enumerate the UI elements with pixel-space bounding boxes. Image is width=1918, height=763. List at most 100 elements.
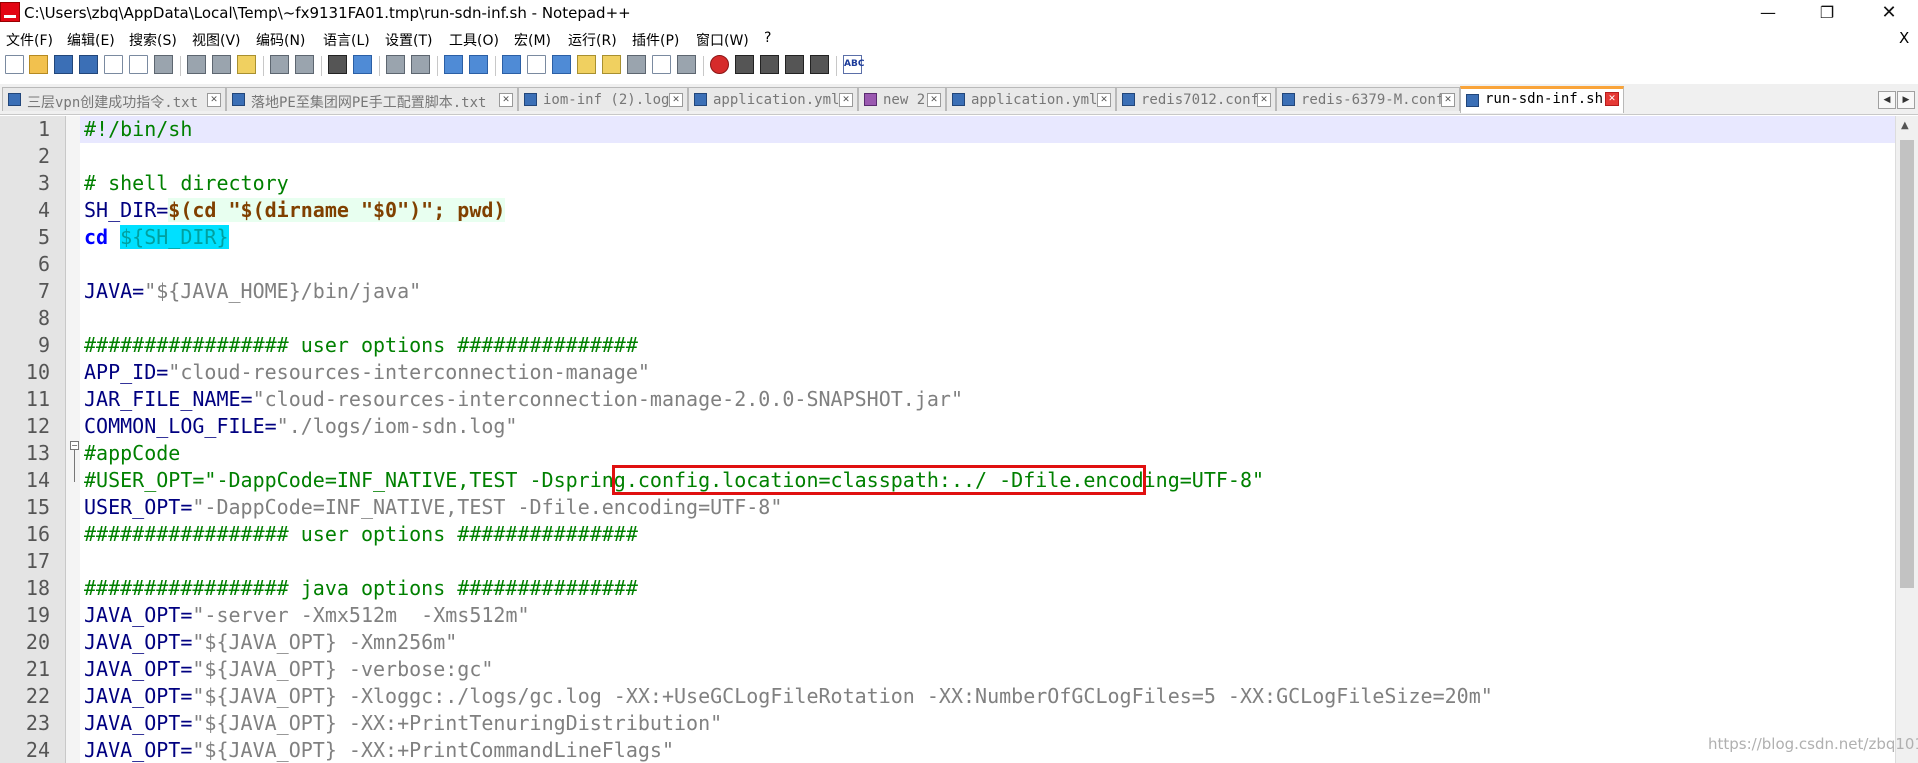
sync-horizontal-icon[interactable] bbox=[469, 55, 488, 74]
fold-toggle-icon[interactable]: − bbox=[70, 441, 79, 450]
zoom-out-icon[interactable] bbox=[411, 55, 430, 74]
tab-document[interactable]: redis-6379-M.conf ✕ bbox=[1276, 87, 1460, 111]
replace-icon[interactable] bbox=[353, 55, 372, 74]
redo-icon[interactable] bbox=[295, 55, 314, 74]
tab-active-document[interactable]: run-sdn-inf.sh ✕ bbox=[1460, 86, 1624, 113]
scrollbar-thumb[interactable] bbox=[1900, 140, 1914, 588]
toolbar: ABC bbox=[0, 51, 1918, 81]
tab-close-icon[interactable]: ✕ bbox=[1605, 92, 1619, 106]
code-token: "./logs/iom-sdn.log" bbox=[276, 414, 518, 438]
menu-settings[interactable]: 设置(T) bbox=[385, 30, 432, 50]
folder-workspace-icon[interactable] bbox=[652, 55, 671, 74]
tab-close-icon[interactable]: ✕ bbox=[499, 93, 513, 107]
code-token: COMMON_LOG_FILE= bbox=[84, 414, 277, 438]
record-macro-icon[interactable] bbox=[710, 55, 729, 74]
code-line: cd ${SH_DIR} bbox=[84, 224, 229, 251]
find-icon[interactable] bbox=[328, 55, 347, 74]
tab-close-icon[interactable]: ✕ bbox=[839, 93, 853, 107]
code-line: ################# user options #########… bbox=[84, 333, 638, 357]
menu-language[interactable]: 语言(L) bbox=[323, 30, 370, 50]
save-icon[interactable] bbox=[54, 55, 73, 74]
zoom-in-icon[interactable] bbox=[386, 55, 405, 74]
tab-document[interactable]: application.yml ✕ bbox=[946, 87, 1116, 111]
watermark: https://blog.csdn.net/zbq1017 bbox=[1708, 735, 1918, 753]
word-wrap-icon[interactable] bbox=[502, 55, 521, 74]
tab-scroll-left-icon[interactable]: ◀ bbox=[1878, 91, 1896, 109]
undo-icon[interactable] bbox=[270, 55, 289, 74]
menu-help[interactable]: ? bbox=[764, 30, 771, 46]
tab-close-icon[interactable]: ✕ bbox=[669, 93, 683, 107]
tab-document[interactable]: application.yml ✕ bbox=[688, 87, 858, 111]
line-number: 11 bbox=[25, 387, 50, 411]
menu-window[interactable]: 窗口(W) bbox=[696, 30, 749, 50]
save-macro-icon[interactable] bbox=[810, 55, 829, 74]
toolbar-separator bbox=[180, 56, 181, 76]
code-line: JAVA_OPT="${JAVA_OPT} -Xloggc:./logs/gc.… bbox=[84, 683, 1493, 710]
play-macro-icon[interactable] bbox=[760, 55, 779, 74]
show-all-chars-icon[interactable] bbox=[527, 55, 546, 74]
tab-close-icon[interactable]: ✕ bbox=[1257, 93, 1271, 107]
menu-file[interactable]: 文件(F) bbox=[6, 30, 53, 50]
paste-icon[interactable] bbox=[237, 55, 256, 74]
spell-check-icon[interactable]: ABC bbox=[843, 55, 864, 74]
tab-document[interactable]: redis7012.conf ✕ bbox=[1116, 87, 1276, 111]
save-status-icon bbox=[1122, 93, 1135, 106]
code-line: JAVA_OPT="${JAVA_OPT} -XX:+PrintTenuring… bbox=[84, 710, 722, 737]
toolbar-separator bbox=[437, 56, 438, 76]
tab-scroll-right-icon[interactable]: ▶ bbox=[1897, 91, 1915, 109]
cut-icon[interactable] bbox=[187, 55, 206, 74]
line-number: 15 bbox=[25, 495, 50, 519]
print-icon[interactable] bbox=[154, 55, 173, 74]
editor-area[interactable]: 1 2 3 4 5 6 7 8 9 10 11 12 13 14 15 16 1… bbox=[0, 116, 1895, 763]
close-file-icon[interactable] bbox=[104, 55, 123, 74]
tab-close-icon[interactable]: ✕ bbox=[207, 93, 221, 107]
new-file-icon[interactable] bbox=[5, 55, 24, 74]
tab-close-icon[interactable]: ✕ bbox=[927, 93, 941, 107]
code-line: ################# user options #########… bbox=[84, 522, 638, 546]
code-token: JAVA_OPT= bbox=[84, 603, 193, 627]
menu-encoding[interactable]: 编码(N) bbox=[256, 30, 305, 50]
code-token: "${JAVA_OPT} -XX:+PrintTenuringDistribut… bbox=[192, 711, 723, 735]
indent-guide-icon[interactable] bbox=[552, 55, 571, 74]
function-list-icon[interactable] bbox=[627, 55, 646, 74]
menu-view[interactable]: 视图(V) bbox=[192, 30, 241, 50]
menu-search[interactable]: 搜索(S) bbox=[129, 30, 177, 50]
tab-document[interactable]: 三层vpn创建成功指令.txt ✕ bbox=[2, 87, 226, 111]
tab-document[interactable]: 落地PE至集团网PE手工配置脚本.txt ✕ bbox=[226, 87, 518, 111]
fold-guide bbox=[74, 450, 75, 482]
open-file-icon[interactable] bbox=[29, 55, 48, 74]
restore-button[interactable]: ❐ bbox=[1804, 0, 1850, 26]
menu-run[interactable]: 运行(R) bbox=[568, 30, 617, 50]
copy-icon[interactable] bbox=[212, 55, 231, 74]
tab-close-icon[interactable]: ✕ bbox=[1441, 93, 1455, 107]
tab-close-icon[interactable]: ✕ bbox=[1097, 93, 1111, 107]
code-line: COMMON_LOG_FILE="./logs/iom-sdn.log" bbox=[84, 413, 517, 440]
scroll-up-icon[interactable]: ▲ bbox=[1901, 120, 1909, 131]
menu-macro[interactable]: 宏(M) bbox=[514, 30, 551, 50]
user-language-icon[interactable] bbox=[577, 55, 596, 74]
code-token: JAVA_OPT= bbox=[84, 738, 193, 762]
stop-macro-icon[interactable] bbox=[735, 55, 754, 74]
code-token: JAR_FILE_NAME= bbox=[84, 387, 253, 411]
fold-margin bbox=[66, 116, 80, 763]
toolbar-separator bbox=[836, 56, 837, 76]
line-number: 17 bbox=[25, 549, 50, 573]
document-map-icon[interactable] bbox=[602, 55, 621, 74]
run-macro-multiple-icon[interactable] bbox=[785, 55, 804, 74]
line-number: 16 bbox=[25, 522, 50, 546]
tab-document[interactable]: iom-inf (2).log ✕ bbox=[518, 87, 688, 111]
menu-edit[interactable]: 编辑(E) bbox=[67, 30, 115, 50]
sync-vertical-icon[interactable] bbox=[444, 55, 463, 74]
close-all-icon[interactable] bbox=[129, 55, 148, 74]
tab-document[interactable]: new 2 ✕ bbox=[858, 87, 946, 111]
menu-plugins[interactable]: 插件(P) bbox=[632, 30, 679, 50]
monitoring-icon[interactable] bbox=[677, 55, 696, 74]
vertical-scrollbar[interactable]: ▲ bbox=[1895, 116, 1918, 763]
menu-tools[interactable]: 工具(O) bbox=[449, 30, 499, 50]
line-number: 5 bbox=[37, 225, 50, 249]
minimize-button[interactable]: — bbox=[1745, 0, 1791, 26]
close-document-button[interactable]: X bbox=[1899, 29, 1909, 47]
close-window-button[interactable]: ✕ bbox=[1866, 0, 1912, 26]
save-all-icon[interactable] bbox=[79, 55, 98, 74]
code-token: SH_DIR= bbox=[84, 198, 169, 222]
